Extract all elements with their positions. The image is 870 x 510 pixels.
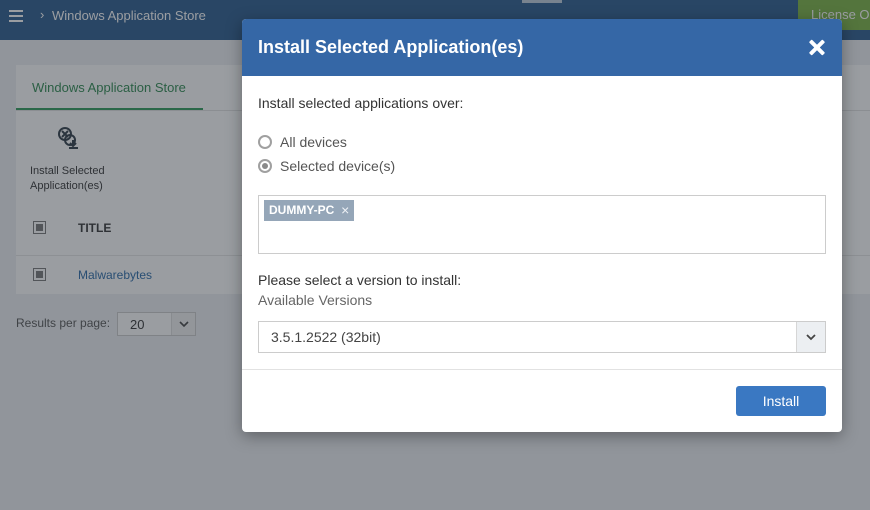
available-versions-label: Available Versions [258,292,373,308]
chevron-down-icon [796,322,825,352]
version-select-value: 3.5.1.2522 (32bit) [271,329,381,345]
dialog-footer-divider [242,369,842,370]
device-tag: DUMMY-PC × [264,200,355,221]
close-icon[interactable] [808,39,826,57]
dialog-header: Install Selected Application(es) [242,19,842,76]
install-dialog: Install Selected Application(es) Install… [242,19,842,432]
radio-label: Selected device(s) [280,158,396,174]
version-prompt: Please select a version to install: [258,272,462,288]
device-tag-label: DUMMY-PC [269,203,335,217]
dialog-title: Install Selected Application(es) [258,37,524,57]
version-select[interactable]: 3.5.1.2522 (32bit) [258,321,826,353]
install-target-prompt: Install selected applications over: [258,95,464,111]
selected-devices-input[interactable]: DUMMY-PC × [258,195,826,254]
radio-button-checked[interactable] [258,159,272,173]
install-button[interactable]: Install [736,386,826,416]
radio-label: All devices [280,134,347,150]
radio-button[interactable] [258,135,272,149]
remove-tag-icon[interactable]: × [341,202,349,218]
